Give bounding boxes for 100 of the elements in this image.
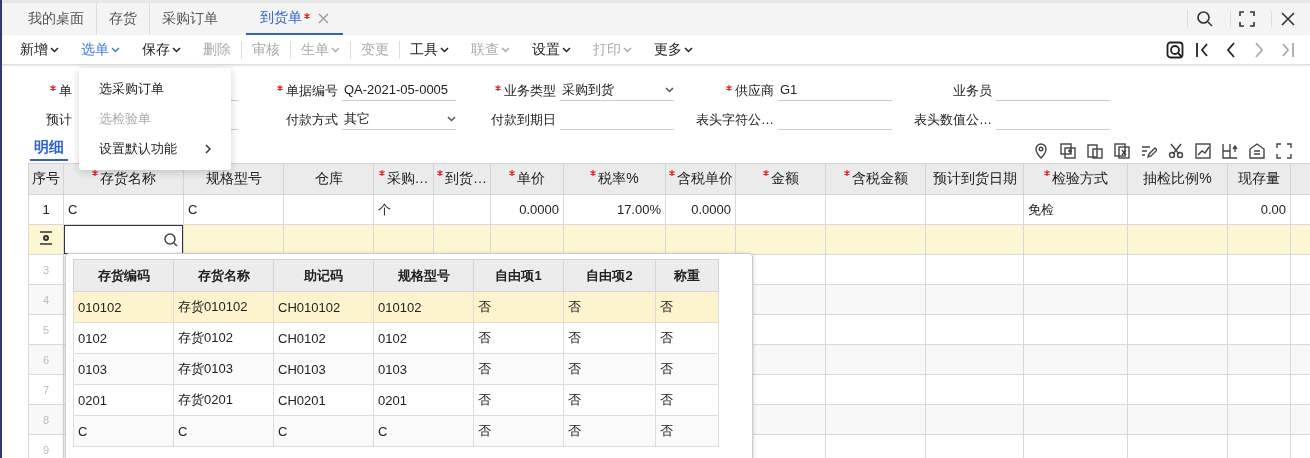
row-number: 9 xyxy=(28,434,64,458)
toolbar-button[interactable]: 工具 xyxy=(399,40,459,59)
column-header[interactable]: 仓库 xyxy=(283,163,374,195)
table-cell: 存货010102 xyxy=(173,291,274,323)
table-cell: 0103 xyxy=(73,353,174,385)
column-header[interactable]: 预计到货日期 xyxy=(925,163,1024,195)
table-cell: 010102 xyxy=(73,291,174,323)
table-cell: 否 xyxy=(563,322,656,354)
table-cell: C xyxy=(73,415,174,447)
input-field[interactable]: G1 xyxy=(778,79,892,101)
table-cell: 0103 xyxy=(373,353,474,385)
row-number: 6 xyxy=(28,344,64,375)
table-cell: C xyxy=(183,194,284,225)
table-cell: 0.0000 xyxy=(490,194,564,225)
table-cell: 0201 xyxy=(373,384,474,416)
toolbar-button[interactable]: 更多 xyxy=(654,40,703,59)
table-cell: 否 xyxy=(473,415,564,447)
field-label: 单 xyxy=(59,82,72,100)
column-header[interactable]: 检验方式 xyxy=(1023,163,1128,195)
table-cell: 存货0201 xyxy=(173,384,274,416)
field-label: 表头数值公… xyxy=(914,111,992,129)
column-header[interactable]: 自由项1 xyxy=(473,259,564,292)
field-label: 供应商 xyxy=(735,82,774,100)
table-cell: 17.00% xyxy=(563,194,666,225)
column-header[interactable]: 到货… xyxy=(433,163,491,195)
toolbar-button[interactable]: 保存 xyxy=(142,40,191,59)
table-cell: 否 xyxy=(655,291,719,323)
table-row[interactable]: 010102 存货010102 CH010102 010102 否 否 否 xyxy=(73,291,719,323)
table-cell: C xyxy=(173,415,274,447)
table-cell: 0.00 xyxy=(1227,194,1291,225)
table-cell: C xyxy=(373,415,474,447)
table-cell: 否 xyxy=(655,353,719,385)
column-header[interactable]: 存货编码 xyxy=(73,259,174,292)
table-cell: 否 xyxy=(473,322,564,354)
table-cell: 0201 xyxy=(73,384,174,416)
table-cell: 1 xyxy=(28,194,64,225)
field-label: 预计 xyxy=(46,111,72,129)
row-number: 3 xyxy=(28,254,64,285)
field-label: 业务员 xyxy=(953,82,992,100)
table-row[interactable]: 0201 存货0201 CH0201 0201 否 否 否 xyxy=(73,384,719,416)
field-label: 单据编号 xyxy=(286,82,338,100)
table-row[interactable]: C C C C 否 否 否 xyxy=(73,415,719,447)
field-label: 业务类型 xyxy=(504,82,556,100)
table-cell: C xyxy=(273,415,374,447)
table-cell: 否 xyxy=(563,384,656,416)
table-cell: 否 xyxy=(473,384,564,416)
column-header[interactable]: 自由项2 xyxy=(563,259,656,292)
table-cell: 0.0000 xyxy=(665,194,736,225)
table-cell: 否 xyxy=(563,291,656,323)
field-label: 表头字符公… xyxy=(696,111,774,129)
menu-item[interactable]: 设置默认功能 xyxy=(79,134,231,164)
column-header[interactable]: 规格型号 xyxy=(373,259,474,292)
select-field[interactable]: 采购到货 xyxy=(560,79,674,101)
tab[interactable]: 明细 xyxy=(30,138,68,161)
column-header[interactable]: 含税单价 xyxy=(665,163,736,195)
table-row[interactable]: 0102 存货0102 CH0102 0102 否 否 否 xyxy=(73,322,719,354)
table-cell: CH010102 xyxy=(273,291,374,323)
table-cell: 存货0103 xyxy=(173,353,274,385)
table-cell: 存货0102 xyxy=(173,322,274,354)
select-field[interactable]: 其它 xyxy=(342,108,456,130)
toolbar-button[interactable]: 设置 xyxy=(532,40,581,59)
column-header[interactable]: 抽检比例% xyxy=(1127,163,1228,195)
table-cell: 否 xyxy=(563,353,656,385)
column-header[interactable]: 助记码 xyxy=(273,259,374,292)
table-cell: CH0201 xyxy=(273,384,374,416)
table-cell: 否 xyxy=(563,415,656,447)
table-cell: 否 xyxy=(655,415,719,447)
column-header[interactable]: 单价 xyxy=(490,163,564,195)
column-header[interactable]: 序号 xyxy=(28,163,64,195)
menu-item[interactable]: 选采购订单 xyxy=(79,74,231,104)
table-cell: CH0103 xyxy=(273,353,374,385)
field-label: 付款到期日 xyxy=(491,111,556,129)
row-number: 4 xyxy=(28,284,64,315)
toolbar-button[interactable]: 新增 xyxy=(20,40,69,59)
table-cell: 免检 xyxy=(1023,194,1128,225)
row-number: 8 xyxy=(28,404,64,435)
table-cell: CH0102 xyxy=(273,322,374,354)
table-cell: 否 xyxy=(655,384,719,416)
tab[interactable]: 采购订单 xyxy=(150,3,246,35)
tab[interactable]: 我的桌面 xyxy=(16,3,97,35)
table-cell: 个 xyxy=(373,194,434,225)
column-header[interactable]: 含税金额 xyxy=(825,163,926,195)
input-field[interactable]: QA-2021-05-0005 xyxy=(342,79,456,101)
tab[interactable]: 到货单 xyxy=(246,3,343,35)
table-cell: C xyxy=(63,194,184,225)
row-number: 5 xyxy=(28,314,64,345)
row-number: 7 xyxy=(28,374,64,405)
column-header[interactable]: 存货名称 xyxy=(173,259,274,292)
column-header[interactable]: 称重 xyxy=(655,259,719,292)
column-header[interactable]: 金额 xyxy=(735,163,826,195)
column-header[interactable]: 采购… xyxy=(373,163,434,195)
table-cell: 否 xyxy=(473,291,564,323)
column-header[interactable]: 税率% xyxy=(563,163,666,195)
table-cell: 否 xyxy=(473,353,564,385)
table-row[interactable]: 0103 存货0103 CH0103 0103 否 否 否 xyxy=(73,353,719,385)
table-cell: 0102 xyxy=(373,322,474,354)
column-header[interactable]: 现存量 xyxy=(1227,163,1291,195)
table-cell: 0102 xyxy=(73,322,174,354)
toolbar-button[interactable]: 选单 xyxy=(81,40,130,59)
tab[interactable]: 存货 xyxy=(97,3,150,35)
